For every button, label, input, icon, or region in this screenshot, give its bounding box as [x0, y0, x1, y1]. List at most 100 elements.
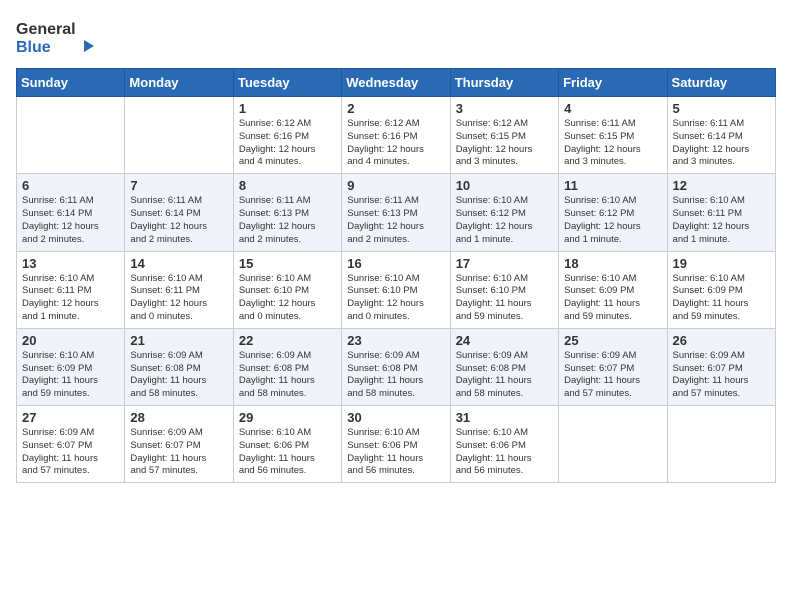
weekday-header-thursday: Thursday	[450, 69, 558, 97]
day-number: 1	[239, 101, 336, 116]
day-number: 22	[239, 333, 336, 348]
calendar-cell: 16 Sunrise: 6:10 AM Sunset: 6:10 PM Dayli…	[342, 251, 450, 328]
day-number: 19	[673, 256, 770, 271]
cell-info: Sunrise: 6:10 AM Sunset: 6:11 PM Dayligh…	[22, 273, 119, 324]
calendar-cell: 27 Sunrise: 6:09 AM Sunset: 6:07 PM Dayli…	[17, 406, 125, 483]
calendar-body: 1 Sunrise: 6:12 AM Sunset: 6:16 PM Daylig…	[17, 97, 776, 483]
weekday-header-monday: Monday	[125, 69, 233, 97]
day-number: 6	[22, 178, 119, 193]
cell-info: Sunrise: 6:11 AM Sunset: 6:15 PM Dayligh…	[564, 118, 661, 169]
svg-text:General: General	[16, 21, 76, 38]
weekday-header-wednesday: Wednesday	[342, 69, 450, 97]
calendar-week-5: 27 Sunrise: 6:09 AM Sunset: 6:07 PM Dayli…	[17, 406, 776, 483]
page-header: GeneralBlue	[16, 16, 776, 60]
calendar-cell: 5 Sunrise: 6:11 AM Sunset: 6:14 PM Daylig…	[667, 97, 775, 174]
cell-info: Sunrise: 6:10 AM Sunset: 6:12 PM Dayligh…	[564, 195, 661, 246]
calendar-cell: 4 Sunrise: 6:11 AM Sunset: 6:15 PM Daylig…	[559, 97, 667, 174]
weekday-header-tuesday: Tuesday	[233, 69, 341, 97]
day-number: 10	[456, 178, 553, 193]
weekday-header-saturday: Saturday	[667, 69, 775, 97]
day-number: 20	[22, 333, 119, 348]
calendar-cell	[125, 97, 233, 174]
calendar-week-3: 13 Sunrise: 6:10 AM Sunset: 6:11 PM Dayli…	[17, 251, 776, 328]
calendar-cell: 21Sunrise: 6:09 AM Sunset: 6:08 PM Dayli…	[125, 328, 233, 405]
day-number: 29	[239, 410, 336, 425]
cell-info: Sunrise: 6:10 AM Sunset: 6:11 PM Dayligh…	[130, 273, 227, 324]
day-number: 13	[22, 256, 119, 271]
day-number: 24	[456, 333, 553, 348]
calendar-cell: 20 Sunrise: 6:10 AM Sunset: 6:09 PM Dayli…	[17, 328, 125, 405]
calendar-cell: 6 Sunrise: 6:11 AM Sunset: 6:14 PM Daylig…	[17, 174, 125, 251]
day-number: 16	[347, 256, 444, 271]
day-number: 7	[130, 178, 227, 193]
day-number: 8	[239, 178, 336, 193]
weekday-header-sunday: Sunday	[17, 69, 125, 97]
cell-info: Sunrise: 6:10 AM Sunset: 6:09 PM Dayligh…	[673, 273, 770, 324]
cell-info: Sunrise: 6:11 AM Sunset: 6:14 PM Dayligh…	[22, 195, 119, 246]
calendar-cell	[17, 97, 125, 174]
day-number: 9	[347, 178, 444, 193]
cell-info: Sunrise: 6:10 AM Sunset: 6:10 PM Dayligh…	[347, 273, 444, 324]
calendar-cell: 30 Sunrise: 6:10 AM Sunset: 6:06 PM Dayli…	[342, 406, 450, 483]
day-number: 3	[456, 101, 553, 116]
calendar-cell: 7 Sunrise: 6:11 AM Sunset: 6:14 PM Daylig…	[125, 174, 233, 251]
cell-info: Sunrise: 6:10 AM Sunset: 6:12 PM Dayligh…	[456, 195, 553, 246]
day-number: 27	[22, 410, 119, 425]
day-number: 26	[673, 333, 770, 348]
day-number: 31	[456, 410, 553, 425]
calendar-cell: 14Sunrise: 6:10 AM Sunset: 6:11 PM Dayli…	[125, 251, 233, 328]
day-number: 17	[456, 256, 553, 271]
cell-info: Sunrise: 6:09 AM Sunset: 6:07 PM Dayligh…	[564, 350, 661, 401]
day-number: 18	[564, 256, 661, 271]
calendar-cell: 12Sunrise: 6:10 AM Sunset: 6:11 PM Dayli…	[667, 174, 775, 251]
calendar-cell: 18 Sunrise: 6:10 AM Sunset: 6:09 PM Dayli…	[559, 251, 667, 328]
cell-info: Sunrise: 6:09 AM Sunset: 6:07 PM Dayligh…	[22, 427, 119, 478]
calendar-cell: 3 Sunrise: 6:12 AM Sunset: 6:15 PM Daylig…	[450, 97, 558, 174]
day-number: 25	[564, 333, 661, 348]
cell-info: Sunrise: 6:12 AM Sunset: 6:16 PM Dayligh…	[347, 118, 444, 169]
cell-info: Sunrise: 6:11 AM Sunset: 6:14 PM Dayligh…	[673, 118, 770, 169]
cell-info: Sunrise: 6:09 AM Sunset: 6:08 PM Dayligh…	[456, 350, 553, 401]
cell-info: Sunrise: 6:10 AM Sunset: 6:09 PM Dayligh…	[22, 350, 119, 401]
calendar-cell: 10 Sunrise: 6:10 AM Sunset: 6:12 PM Dayli…	[450, 174, 558, 251]
svg-text:Blue: Blue	[16, 39, 51, 56]
cell-info: Sunrise: 6:09 AM Sunset: 6:08 PM Dayligh…	[347, 350, 444, 401]
calendar-cell: 19 Sunrise: 6:10 AM Sunset: 6:09 PM Dayli…	[667, 251, 775, 328]
calendar-table: SundayMondayTuesdayWednesdayThursdayFrid…	[16, 68, 776, 483]
calendar-week-4: 20 Sunrise: 6:10 AM Sunset: 6:09 PM Dayli…	[17, 328, 776, 405]
cell-info: Sunrise: 6:10 AM Sunset: 6:09 PM Dayligh…	[564, 273, 661, 324]
day-number: 5	[673, 101, 770, 116]
cell-info: Sunrise: 6:10 AM Sunset: 6:11 PM Dayligh…	[673, 195, 770, 246]
day-number: 4	[564, 101, 661, 116]
cell-info: Sunrise: 6:09 AM Sunset: 6:07 PM Dayligh…	[673, 350, 770, 401]
day-number: 21	[130, 333, 227, 348]
calendar-cell	[559, 406, 667, 483]
calendar-cell: 23Sunrise: 6:09 AM Sunset: 6:08 PM Dayli…	[342, 328, 450, 405]
cell-info: Sunrise: 6:12 AM Sunset: 6:16 PM Dayligh…	[239, 118, 336, 169]
calendar-cell: 1 Sunrise: 6:12 AM Sunset: 6:16 PM Daylig…	[233, 97, 341, 174]
calendar-cell: 25 Sunrise: 6:09 AM Sunset: 6:07 PM Dayli…	[559, 328, 667, 405]
calendar-week-2: 6 Sunrise: 6:11 AM Sunset: 6:14 PM Daylig…	[17, 174, 776, 251]
calendar-cell: 9 Sunrise: 6:11 AM Sunset: 6:13 PM Daylig…	[342, 174, 450, 251]
calendar-week-1: 1 Sunrise: 6:12 AM Sunset: 6:16 PM Daylig…	[17, 97, 776, 174]
calendar-cell: 22Sunrise: 6:09 AM Sunset: 6:08 PM Dayli…	[233, 328, 341, 405]
day-number: 28	[130, 410, 227, 425]
cell-info: Sunrise: 6:11 AM Sunset: 6:13 PM Dayligh…	[347, 195, 444, 246]
calendar-cell: 15Sunrise: 6:10 AM Sunset: 6:10 PM Dayli…	[233, 251, 341, 328]
cell-info: Sunrise: 6:11 AM Sunset: 6:14 PM Dayligh…	[130, 195, 227, 246]
cell-info: Sunrise: 6:12 AM Sunset: 6:15 PM Dayligh…	[456, 118, 553, 169]
day-number: 30	[347, 410, 444, 425]
calendar-cell: 8Sunrise: 6:11 AM Sunset: 6:13 PM Daylig…	[233, 174, 341, 251]
logo: GeneralBlue	[16, 16, 96, 60]
day-number: 15	[239, 256, 336, 271]
cell-info: Sunrise: 6:10 AM Sunset: 6:06 PM Dayligh…	[347, 427, 444, 478]
calendar-cell: 28Sunrise: 6:09 AM Sunset: 6:07 PM Dayli…	[125, 406, 233, 483]
calendar-cell: 17Sunrise: 6:10 AM Sunset: 6:10 PM Dayli…	[450, 251, 558, 328]
cell-info: Sunrise: 6:10 AM Sunset: 6:06 PM Dayligh…	[239, 427, 336, 478]
calendar-cell: 2Sunrise: 6:12 AM Sunset: 6:16 PM Daylig…	[342, 97, 450, 174]
day-number: 11	[564, 178, 661, 193]
calendar-cell: 11 Sunrise: 6:10 AM Sunset: 6:12 PM Dayli…	[559, 174, 667, 251]
cell-info: Sunrise: 6:10 AM Sunset: 6:06 PM Dayligh…	[456, 427, 553, 478]
calendar-cell: 24 Sunrise: 6:09 AM Sunset: 6:08 PM Dayli…	[450, 328, 558, 405]
calendar-cell: 29 Sunrise: 6:10 AM Sunset: 6:06 PM Dayli…	[233, 406, 341, 483]
